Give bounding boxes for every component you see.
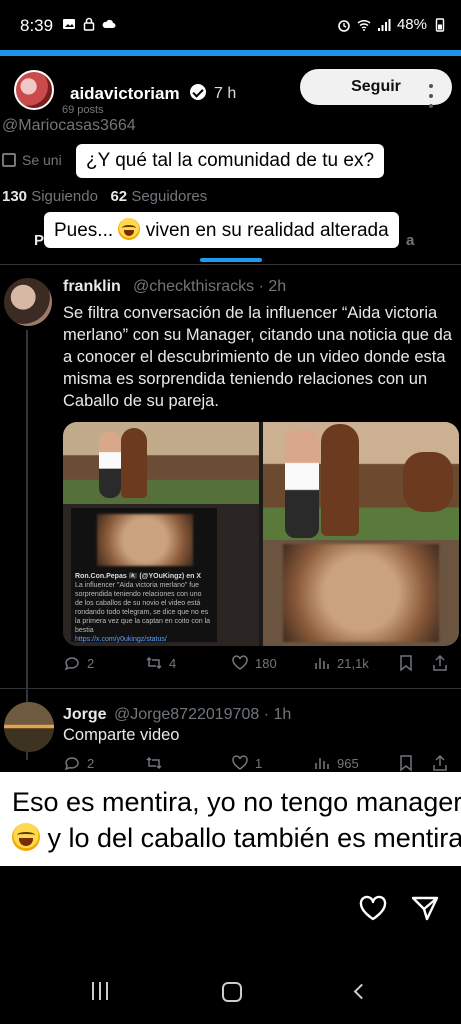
answer-prefix: Pues...	[54, 220, 114, 241]
battery-percent: 48%	[396, 16, 427, 33]
tweet-actions: 2 4 180 21,1k	[63, 654, 453, 676]
home-icon[interactable]	[222, 982, 242, 1002]
story-avatar[interactable]	[14, 70, 54, 110]
profile-joined: Se uni	[2, 152, 62, 168]
views-button[interactable]: 965	[313, 754, 359, 772]
views-icon	[315, 758, 329, 769]
like-button[interactable]: 180	[231, 654, 277, 672]
story-time: 7 h	[214, 85, 237, 102]
signal-icon	[377, 18, 391, 31]
tab-posts[interactable]: P	[34, 232, 44, 249]
tweet-media[interactable]: Ron.Con.Pepas 🏴‍☠️ (@YOuKingz) en X La i…	[63, 422, 459, 646]
reply-icon	[64, 757, 79, 771]
tweet-author-handle: @checkthisracks · 2h	[133, 278, 287, 295]
question-sticker: ¿Y qué tal la comunidad de tu ex?	[76, 144, 385, 178]
gallery-icon	[63, 19, 75, 29]
tweet-jorge[interactable]: Jorge @Jorge8722019708 · 1h Comparte vid…	[0, 696, 461, 776]
tweet-author-handle: @Jorge8722019708 · 1h	[114, 706, 292, 723]
alarm-icon	[338, 19, 350, 32]
share-button[interactable]	[431, 754, 449, 772]
recents-icon[interactable]	[92, 982, 108, 1000]
media-card-caption: Ron.Con.Pepas 🏴‍☠️ (@YOuKingz) en X La i…	[75, 573, 211, 643]
following-count: 130	[2, 188, 28, 205]
retweet-icon	[146, 756, 162, 770]
retweet-button[interactable]	[145, 754, 169, 772]
views-icon	[315, 658, 329, 669]
status-right: 48%	[337, 16, 447, 33]
laughing-emoji-icon	[118, 218, 141, 240]
bookmark-button[interactable]	[397, 654, 415, 672]
wifi-icon	[357, 19, 371, 31]
tweet-franklin[interactable]: franklin @checkthisracks · 2h Se filtra …	[0, 268, 461, 760]
media-image-right[interactable]	[263, 422, 459, 646]
battery-icon	[435, 17, 445, 32]
tweet-avatar[interactable]	[4, 702, 54, 752]
story-header: 69 posts aidavictoriam 7 h Seguir	[0, 56, 461, 116]
reply-icon	[64, 657, 79, 671]
status-time: 8:39	[20, 16, 54, 35]
caption-line-2: y lo del caballo también es mentira.	[47, 823, 461, 853]
story-footer	[0, 866, 461, 948]
more-options-icon[interactable]	[424, 84, 438, 108]
cloud-icon	[102, 19, 116, 28]
divider	[0, 688, 461, 689]
follow-stats: 130 Siguiendo 62 Seguidores	[2, 188, 207, 205]
media-image-left[interactable]: Ron.Con.Pepas 🏴‍☠️ (@YOuKingz) en X La i…	[63, 422, 259, 646]
followers-label: Seguidores	[131, 188, 208, 205]
system-nav-bar	[0, 948, 461, 1024]
following-label: Siguiendo	[31, 188, 98, 205]
tweet-author-name[interactable]: franklin	[63, 278, 121, 296]
send-icon[interactable]	[410, 894, 440, 922]
tweet-avatar[interactable]	[4, 278, 52, 326]
joined-text: Se uni	[22, 152, 62, 168]
caption-line-2-row: y lo del caballo también es mentira.	[12, 820, 461, 856]
tweet-author-name[interactable]: Jorge	[63, 706, 107, 724]
lock-icon	[83, 17, 95, 31]
bookmark-button[interactable]	[397, 754, 415, 772]
heart-icon	[232, 755, 248, 770]
tab-media[interactable]: a	[406, 232, 414, 249]
heart-icon[interactable]	[358, 894, 388, 922]
back-icon[interactable]	[353, 983, 370, 1000]
reply-button[interactable]: 2	[63, 754, 94, 772]
share-button[interactable]	[431, 654, 449, 672]
like-button[interactable]: 1	[231, 754, 262, 772]
tab-underline	[200, 258, 262, 262]
bookmark-icon	[400, 755, 412, 772]
caption-line-1: Eso es mentira, yo no tengo manager	[12, 787, 461, 817]
views-button[interactable]: 21,1k	[313, 654, 369, 672]
retweet-button[interactable]: 4	[145, 654, 176, 672]
story-caption: Eso es mentira, yo no tengo manager y lo…	[0, 772, 461, 866]
profile-handle: @Mariocasas3664	[2, 117, 136, 134]
share-icon	[433, 654, 447, 671]
verified-badge-icon	[190, 84, 206, 100]
tweet-text: Comparte video	[63, 726, 180, 744]
tweet-text: Se filtra conversación de la influencer …	[63, 304, 452, 410]
answer-suffix: viven en su realidad alterada	[145, 220, 389, 241]
bookmark-icon	[400, 655, 412, 672]
answer-sticker: Pues... viven en su realidad alterada	[44, 212, 399, 248]
status-notification-icons	[62, 17, 116, 31]
story-posts-count: 69 posts	[62, 104, 104, 116]
followers-count: 62	[110, 188, 128, 205]
reply-button[interactable]: 2	[63, 654, 94, 672]
divider	[0, 264, 461, 265]
story-username[interactable]: aidavictoriam	[70, 84, 180, 104]
share-icon	[433, 754, 447, 771]
heart-icon	[232, 655, 248, 670]
laughing-emoji-icon	[12, 823, 40, 851]
calendar-icon	[2, 153, 16, 167]
retweet-icon	[146, 656, 162, 670]
status-bar: 8:39 48%	[0, 0, 461, 46]
